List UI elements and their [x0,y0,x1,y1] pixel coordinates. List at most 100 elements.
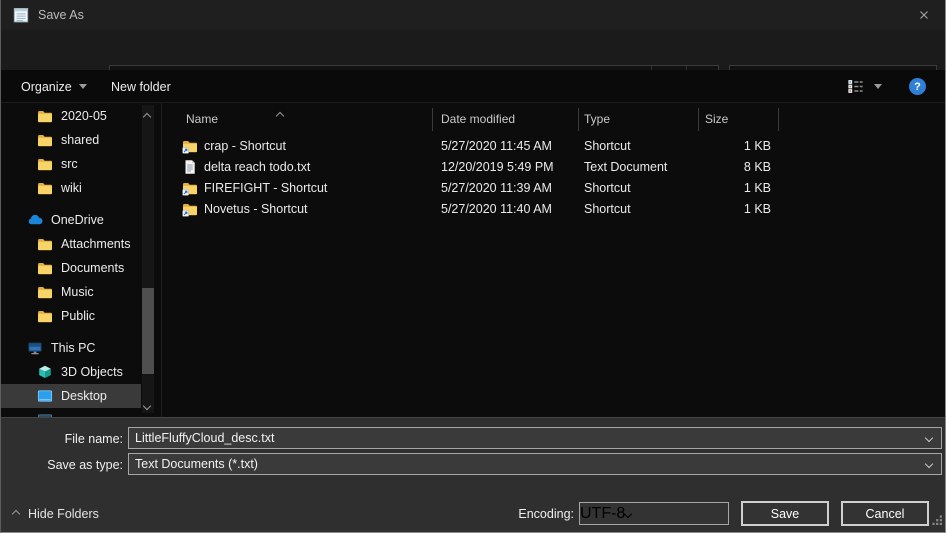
sidebar-item-music[interactable]: Music [1,280,141,304]
new-folder-button[interactable]: New folder [111,70,171,103]
encoding-label: Encoding: [464,507,574,521]
folder-shortcut-icon [182,201,198,217]
organize-button[interactable]: Organize [21,70,87,103]
file-row[interactable]: FIREFIGHT - Shortcut 5/27/2020 11:39 AM Sh… [161,178,945,199]
sort-ascending-icon [277,108,283,122]
sidebar-item-shared[interactable]: shared [1,128,141,152]
sidebar-item-wiki[interactable]: wiki [1,176,141,200]
file-type: Shortcut [584,181,631,195]
sidebar-item-label: wiki [61,181,82,195]
sidebar-item-onedrive[interactable]: OneDrive [1,208,141,232]
sidebar-item-partial[interactable] [1,408,141,417]
details-view-icon [846,77,865,96]
column-header-type[interactable]: Type [584,112,610,126]
sidebar-item-label: Music [61,285,94,299]
notepad-icon [12,6,30,24]
chevron-down-icon [143,402,151,410]
folder-icon [37,108,53,124]
sidebar-item-label: Public [61,309,95,323]
column-header-size[interactable]: Size [705,112,728,126]
encoding-select[interactable]: UTF-8 [579,502,729,525]
file-date: 12/20/2019 5:49 PM [441,160,554,174]
file-row[interactable]: crap - Shortcut5/27/2020 11:45 AMShortcu… [161,136,945,157]
column-header-name[interactable]: Name [186,112,218,126]
folder-icon [37,308,53,324]
chevron-down-icon[interactable] [925,434,933,442]
navigation-bar: This PC Desktop [1,30,945,70]
scroll-down-button[interactable] [144,396,150,414]
column-divider[interactable] [698,108,699,131]
file-name-combo[interactable] [128,427,942,449]
save-button[interactable]: Save [741,501,829,526]
column-divider[interactable] [778,108,779,131]
file-row[interactable]: delta reach todo.txt12/20/2019 5:49 PMTe… [161,157,945,178]
chevron-down-icon[interactable] [925,460,933,468]
file-row[interactable]: Novetus - Shortcut 5/27/2020 11:40 AM Shor… [161,199,945,220]
column-divider[interactable] [578,108,579,131]
save-as-type-label: Save as type: [5,458,123,472]
save-panel: File name: Save as type: Text Documents … [1,417,945,533]
sidebar-item-desktop[interactable]: Desktop [1,384,141,408]
cube-icon [37,364,53,380]
save-as-type-value: Text Documents (*.txt) [129,457,926,471]
help-button[interactable]: ? [909,70,926,103]
command-toolbar: Organize New folder ? [1,70,945,103]
sidebar-item-documents[interactable]: Documents [1,256,141,280]
text-doc-icon [182,159,198,175]
sidebar-item-label: Documents [61,261,124,275]
file-date: 5/27/2020 11:40 AM [441,202,552,216]
chevron-down-icon [79,84,87,89]
change-view-button[interactable] [846,70,882,103]
cloud-icon [27,212,43,228]
chevron-up-icon [12,510,20,518]
column-header-date[interactable]: Date modified [441,112,515,126]
file-size: 1 KB [651,139,771,153]
column-divider[interactable] [432,108,433,131]
close-button[interactable] [909,4,939,26]
file-name-label: File name: [5,432,123,446]
folder-shortcut-icon [182,138,198,154]
save-as-type-select[interactable]: Text Documents (*.txt) [128,453,942,475]
sidebar-item-label: 3D Objects [61,365,123,379]
window-title: Save As [38,8,84,22]
file-size: 1 KB [651,202,771,216]
scroll-up-button[interactable] [144,107,150,125]
list-header-row: Name Date modified Type Size [161,105,945,132]
file-date: 5/27/2020 11:39 AM [441,181,552,195]
sidebar-item-label: src [61,157,78,171]
new-folder-label: New folder [111,80,171,94]
file-name: Novetus - Shortcut [204,202,308,216]
hide-folders-button[interactable]: Hide Folders [13,502,99,526]
file-list: Name Date modified Type Size crap - Shor… [161,103,945,417]
sidebar-item-public[interactable]: Public [1,304,141,328]
file-date: 5/27/2020 11:45 AM [441,139,552,153]
sidebar-item-label: shared [61,133,99,147]
sidebar-item-this-pc[interactable]: This PC [1,336,141,360]
sidebar-item-label: This PC [51,341,95,355]
chevron-down-icon [874,84,882,89]
sidebar-item-label: OneDrive [51,213,104,227]
close-icon [917,8,931,22]
sidebar-scrollbar-thumb[interactable] [142,288,154,374]
folder-icon [37,284,53,300]
cancel-button[interactable]: Cancel [841,501,929,526]
file-name: delta reach todo.txt [204,160,310,174]
sidebar-item-3d-objects[interactable]: 3D Objects [1,360,141,384]
folder-icon [37,260,53,276]
sidebar-item-src[interactable]: src [1,152,141,176]
resize-grip[interactable] [932,513,943,531]
chevron-up-icon [143,113,151,121]
file-name-input[interactable] [129,431,926,445]
sidebar-item-attachments[interactable]: Attachments [1,232,141,256]
file-type: Shortcut [584,202,631,216]
folder-icon [37,236,53,252]
folder-icon [37,156,53,172]
sidebar-tree: 2020-05 shared src wiki OneDrive Attachments D… [1,103,161,417]
file-type: Shortcut [584,139,631,153]
sidebar-item-label: Attachments [61,237,130,251]
help-icon: ? [909,78,926,95]
sidebar-item-2020-05[interactable]: 2020-05 [1,104,141,128]
chevron-down-icon [624,509,632,517]
hide-folders-label: Hide Folders [28,507,99,521]
file-name: FIREFIGHT - Shortcut [204,181,327,195]
